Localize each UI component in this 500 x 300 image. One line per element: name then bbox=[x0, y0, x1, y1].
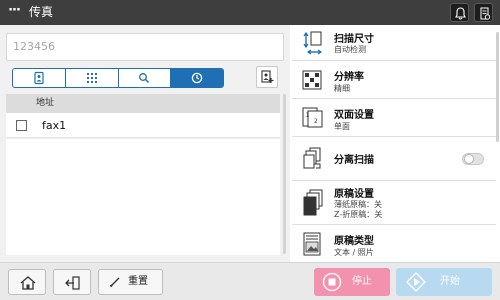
setting-value: 自动检测 bbox=[334, 45, 366, 54]
bottom-bar: 重置 停止 开始 bbox=[0, 262, 500, 300]
row-checkbox[interactable] bbox=[16, 120, 27, 131]
stop-label: 停止 bbox=[352, 276, 372, 287]
setting-title: 扫描尺寸 bbox=[334, 34, 374, 45]
stop-button[interactable]: 停止 bbox=[314, 268, 390, 296]
svg-text:1: 1 bbox=[306, 112, 310, 119]
setting-title: 原稿类型 bbox=[334, 236, 374, 247]
destination-pane: 123456 地址 fax1 bbox=[0, 25, 290, 262]
home-button[interactable] bbox=[8, 269, 46, 295]
duplex-icon: 1 2 bbox=[302, 107, 323, 128]
setting-original-type[interactable]: 原稿类型 文本 / 照片 bbox=[292, 225, 496, 262]
list-column-header: 地址 bbox=[6, 94, 280, 113]
setting-scan-size[interactable]: 扫描尺寸 自动检测 bbox=[292, 25, 496, 61]
setting-title: 双面设置 bbox=[334, 110, 374, 121]
setting-value-line: Z-折原稿：关 bbox=[334, 210, 383, 219]
list-item[interactable]: fax1 bbox=[6, 113, 280, 138]
destination-input[interactable]: 123456 bbox=[6, 33, 284, 61]
tab-keypad[interactable] bbox=[66, 69, 119, 87]
start-button[interactable]: 开始 bbox=[396, 268, 492, 296]
ellipsis-icon[interactable]: ··· bbox=[5, 4, 23, 20]
search-icon bbox=[139, 73, 150, 84]
setting-title: 分离扫描 bbox=[334, 155, 374, 166]
stop-icon bbox=[322, 272, 342, 292]
setting-title: 原稿设置 bbox=[334, 189, 374, 200]
original-settings-icon bbox=[303, 189, 323, 216]
start-label: 开始 bbox=[440, 276, 460, 287]
pencil-icon bbox=[109, 277, 120, 288]
reset-label: 重置 bbox=[128, 276, 148, 287]
setting-value: 单面 bbox=[334, 122, 350, 131]
setting-duplex[interactable]: 1 2 双面设置 单面 bbox=[292, 99, 496, 137]
original-type-icon bbox=[303, 232, 321, 256]
setting-value: 文本 / 照片 bbox=[334, 248, 374, 257]
separate-scan-toggle[interactable] bbox=[462, 153, 484, 165]
exit-icon bbox=[65, 276, 80, 290]
tab-history[interactable] bbox=[171, 69, 223, 87]
setting-separate-scan[interactable]: 分离扫描 bbox=[292, 137, 496, 181]
reset-button[interactable]: 重置 bbox=[98, 269, 163, 295]
list-empty-area bbox=[6, 139, 280, 255]
toggle-knob bbox=[464, 154, 474, 164]
setting-original[interactable]: 原稿设置 薄纸原稿：关 Z-折原稿：关 bbox=[292, 181, 496, 225]
setting-value-line: 薄纸原稿：关 bbox=[334, 200, 382, 209]
keypad-icon bbox=[86, 73, 97, 83]
exit-button[interactable] bbox=[53, 269, 91, 295]
settings-scrollbar[interactable] bbox=[496, 32, 499, 142]
bell-icon[interactable] bbox=[450, 3, 469, 22]
tab-search[interactable] bbox=[119, 69, 172, 87]
home-icon bbox=[20, 276, 36, 290]
top-bar: ··· 传真 bbox=[0, 0, 500, 25]
tab-address-book[interactable] bbox=[13, 69, 66, 87]
list-item-label: fax1 bbox=[42, 119, 67, 132]
settings-pane: 扫描尺寸 自动检测 分辨率 精细 1 2 双面设置 单面 分离扫描 原稿设置 薄… bbox=[292, 25, 500, 262]
device-status-icon[interactable] bbox=[474, 3, 493, 22]
setting-resolution[interactable]: 分辨率 精细 bbox=[292, 61, 496, 99]
start-icon bbox=[406, 272, 426, 292]
separate-scan-icon bbox=[303, 147, 321, 169]
destination-register-icon bbox=[261, 70, 274, 83]
resolution-icon bbox=[302, 70, 322, 90]
destination-add-button[interactable] bbox=[256, 66, 278, 88]
list-scrollbar[interactable] bbox=[283, 94, 286, 254]
destination-tabs bbox=[12, 68, 224, 88]
svg-text:2: 2 bbox=[314, 118, 318, 125]
address-book-icon bbox=[34, 71, 44, 85]
setting-title: 分辨率 bbox=[334, 72, 364, 83]
setting-value: 精细 bbox=[334, 84, 350, 93]
history-clock-icon bbox=[191, 72, 203, 84]
scan-size-icon bbox=[303, 31, 323, 55]
app-title: 传真 bbox=[29, 5, 54, 19]
